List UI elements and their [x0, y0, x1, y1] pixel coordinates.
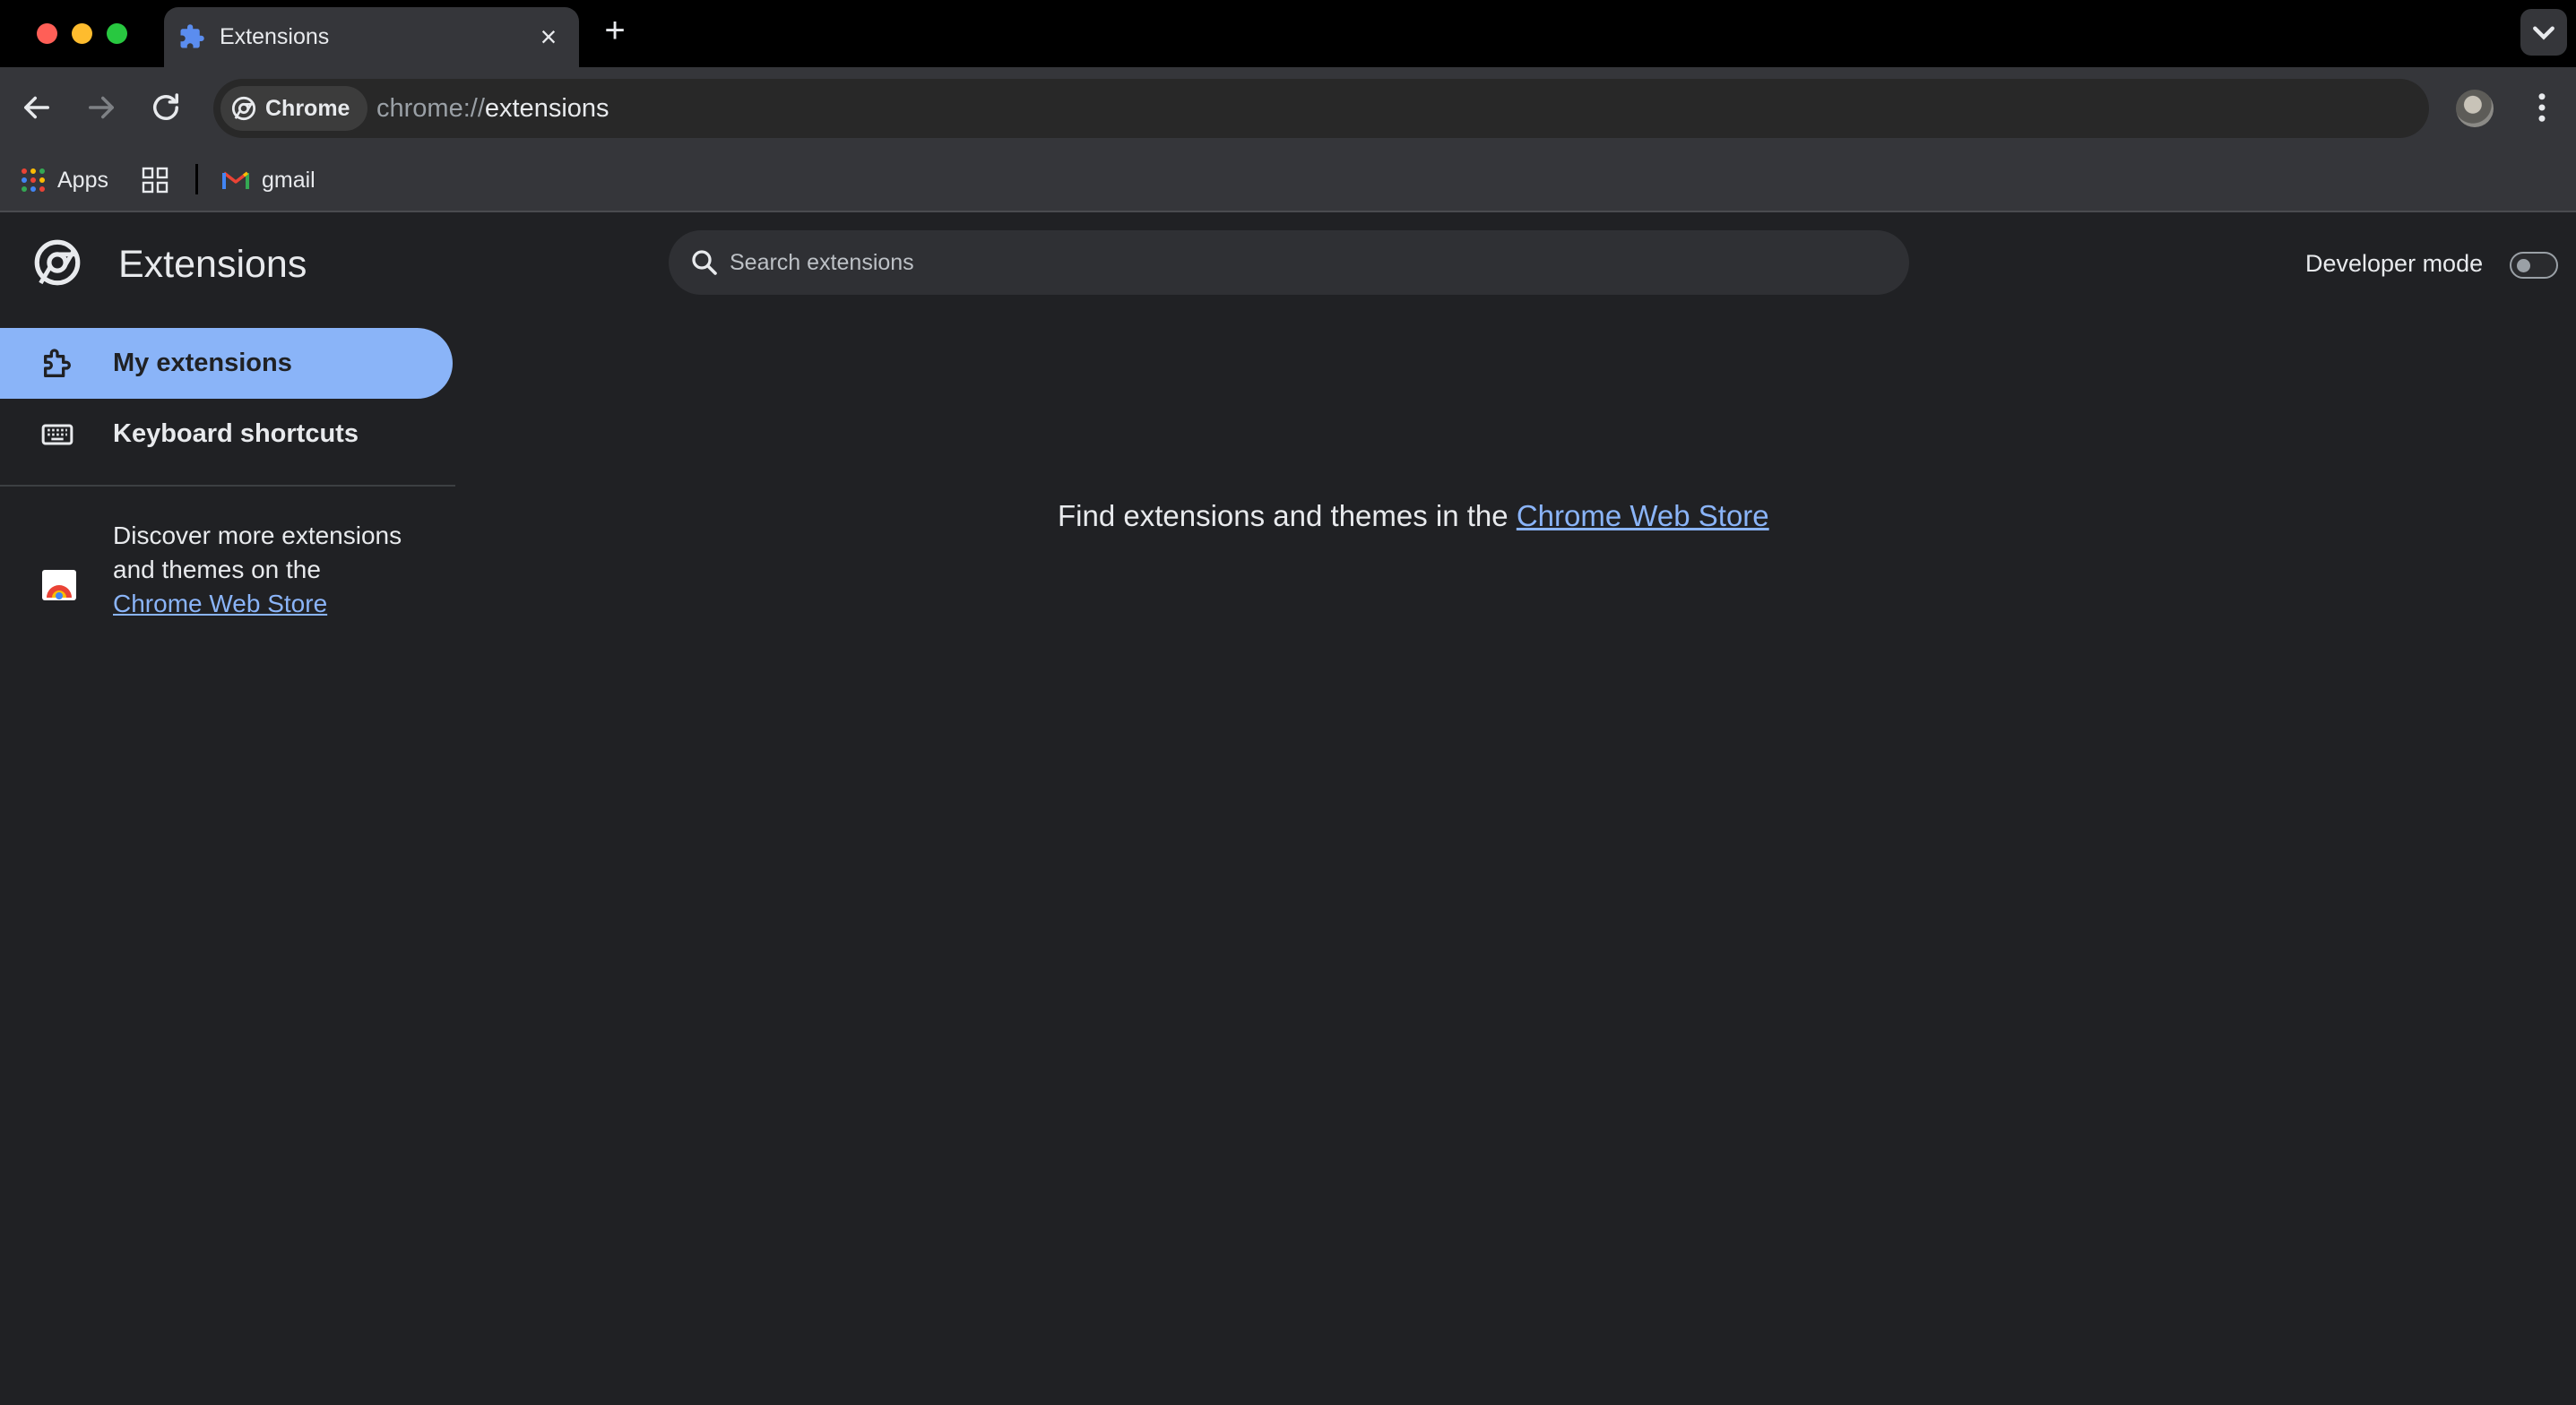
active-tab[interactable]: Extensions ×	[164, 7, 579, 67]
extension-puzzle-icon	[44, 349, 71, 377]
search-input[interactable]	[730, 241, 1877, 284]
page-title: Extensions	[118, 243, 307, 286]
extension-puzzle-icon	[180, 24, 204, 48]
bookmark-apps[interactable]: Apps	[20, 162, 108, 198]
tab-strip: Extensions × +	[0, 0, 2576, 67]
search-box[interactable]	[669, 230, 1909, 295]
sidebar-item-keyboard-shortcuts[interactable]: Keyboard shortcuts	[0, 399, 453, 470]
url-scheme: chrome://	[376, 94, 485, 123]
forward-icon[interactable]	[82, 89, 120, 126]
bookmark-gmail-label: gmail	[262, 167, 316, 193]
back-icon[interactable]	[18, 89, 56, 126]
toggle-knob	[2517, 259, 2530, 272]
tab-search-button[interactable]	[2520, 9, 2567, 56]
tab-groups-icon	[142, 167, 169, 194]
bookmark-apps-label: Apps	[57, 167, 108, 193]
reload-icon[interactable]	[147, 89, 185, 126]
bookmark-tab-groups[interactable]	[142, 162, 169, 198]
close-window-button[interactable]	[37, 23, 57, 44]
extensions-page: Extensions Developer mode My extensions …	[0, 212, 2576, 1405]
sidebar-item-label: My extensions	[113, 349, 292, 377]
tab-title: Extensions	[220, 24, 330, 49]
site-info-chip[interactable]: Chrome	[220, 86, 367, 131]
url-host: extensions	[484, 94, 609, 123]
developer-mode-toggle[interactable]	[2510, 252, 2558, 279]
sidebar-divider	[0, 485, 455, 487]
gmail-icon	[222, 171, 249, 189]
url-text[interactable]: chrome://extensions	[376, 94, 609, 124]
chrome-web-store-link[interactable]: Chrome Web Store	[1517, 499, 1769, 532]
bookmarks-bar: Apps gmail	[0, 148, 2576, 212]
developer-mode-label: Developer mode	[2305, 250, 2484, 277]
promo-text: Discover more extensions and themes on t…	[113, 521, 402, 583]
keyboard-icon	[41, 424, 73, 445]
bookmark-separator	[195, 164, 198, 194]
profile-avatar[interactable]	[2456, 90, 2494, 127]
maximize-window-button[interactable]	[107, 23, 127, 44]
new-tab-button[interactable]: +	[599, 13, 631, 48]
tab-close-icon[interactable]: ×	[535, 22, 562, 51]
web-store-promo: Discover more extensions and themes on t…	[113, 519, 409, 621]
chevron-down-icon	[2533, 26, 2554, 40]
toolbar: Chrome chrome://extensions	[0, 67, 2576, 148]
search-icon	[692, 250, 717, 275]
web-store-icon	[42, 570, 76, 600]
sidebar-item-my-extensions[interactable]: My extensions	[0, 328, 453, 399]
sidebar-item-label: Keyboard shortcuts	[113, 419, 359, 448]
empty-state-message: Find extensions and themes in the Chrome…	[1058, 499, 1769, 533]
more-options-icon[interactable]	[2528, 89, 2556, 126]
chrome-web-store-link[interactable]: Chrome Web Store	[113, 590, 327, 617]
bookmark-gmail[interactable]: gmail	[222, 162, 316, 198]
address-bar[interactable]: Chrome chrome://extensions	[213, 79, 2429, 138]
site-chip-label: Chrome	[265, 96, 350, 121]
empty-state-text: Find extensions and themes in the	[1058, 499, 1517, 532]
chrome-icon	[231, 96, 256, 121]
minimize-window-button[interactable]	[72, 23, 92, 44]
chrome-logo-icon	[34, 239, 81, 286]
apps-grid-icon	[22, 168, 45, 192]
